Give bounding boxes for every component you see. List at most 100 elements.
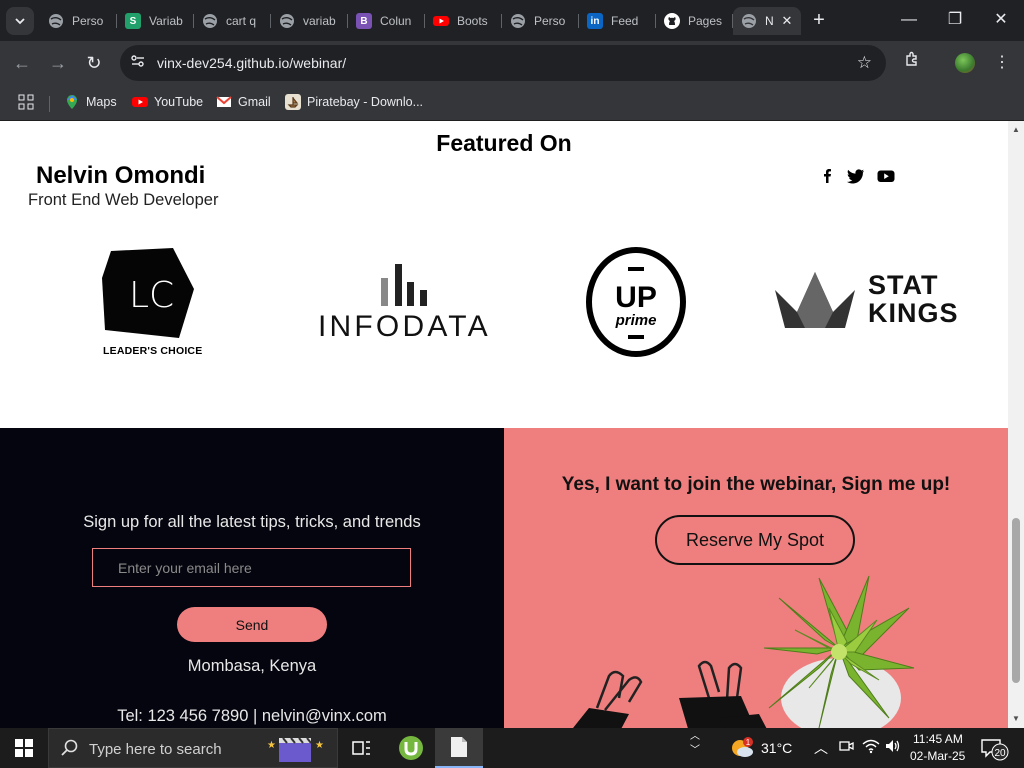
- minimize-button[interactable]: —: [886, 6, 932, 34]
- task-view-button[interactable]: [337, 728, 385, 768]
- tab-3[interactable]: cart q: [194, 7, 271, 35]
- svg-text:★: ★: [315, 740, 324, 751]
- author-role: Front End Web Developer: [28, 191, 219, 209]
- search-placeholder: Type here to search: [89, 741, 222, 758]
- maps-icon: [64, 94, 80, 110]
- tab-5[interactable]: B Colun: [348, 7, 425, 35]
- tab-7[interactable]: Perso: [502, 7, 579, 35]
- search-icon: [61, 739, 79, 762]
- forward-button[interactable]: →: [44, 49, 72, 77]
- back-button[interactable]: ←: [8, 49, 36, 77]
- up-prime-logo: UP prime: [586, 247, 686, 357]
- restore-button[interactable]: ❐: [932, 6, 978, 34]
- tab-title: Perso: [534, 14, 566, 28]
- clock-time[interactable]: 11:45 AM: [913, 732, 963, 746]
- notification-count: 20: [994, 748, 1006, 759]
- profile-avatar[interactable]: [955, 53, 975, 73]
- prime-text: prime: [615, 312, 657, 329]
- tab-title: Colun: [380, 14, 412, 28]
- volume-icon[interactable]: [883, 738, 903, 759]
- document-icon: [451, 737, 467, 757]
- chevron-down-icon: [15, 18, 25, 25]
- bootstrap-icon: B: [356, 13, 372, 29]
- bookmark-gmail[interactable]: Gmail: [216, 92, 271, 112]
- tab-title: Pages: [688, 14, 723, 28]
- tab-title: N: [765, 14, 774, 28]
- site-settings-icon[interactable]: [128, 53, 148, 73]
- page-scrollbar[interactable]: ▲ ▼: [1008, 121, 1024, 728]
- bookmark-piratebay[interactable]: Piratebay - Downlo...: [285, 92, 423, 112]
- reload-button[interactable]: ↻: [80, 49, 108, 77]
- email-input[interactable]: [92, 548, 411, 587]
- bookmark-label: Gmail: [238, 95, 271, 109]
- start-button[interactable]: [0, 728, 48, 768]
- tab-6[interactable]: Boots: [425, 7, 502, 35]
- globe-icon: [279, 13, 295, 29]
- search-highlight-icon: ★ ★: [267, 737, 324, 762]
- close-window-button[interactable]: ✕: [978, 6, 1024, 34]
- tab-title: Perso: [72, 14, 104, 28]
- task-view-icon: [352, 741, 370, 755]
- apps-grid-icon[interactable]: [18, 92, 34, 112]
- tab-9[interactable]: Pages: [656, 7, 733, 35]
- weather-icon[interactable]: 1: [730, 736, 754, 765]
- weather-temperature: 31°C: [761, 740, 793, 756]
- extensions-icon[interactable]: [898, 49, 926, 77]
- notifications-button[interactable]: 20: [980, 737, 1010, 766]
- youtube-icon: [132, 94, 148, 110]
- tab-4[interactable]: variab: [271, 7, 348, 35]
- tab-search-button[interactable]: [6, 7, 34, 35]
- lc-mark: LC: [129, 275, 174, 316]
- bookmark-label: Maps: [86, 95, 117, 109]
- bookmark-maps[interactable]: Maps: [64, 92, 117, 112]
- scroll-up-arrow[interactable]: ▲: [1011, 125, 1021, 135]
- page-viewport: Featured On Nelvin Omondi Front End Web …: [0, 121, 1008, 728]
- author-name: Nelvin Omondi: [36, 162, 206, 189]
- stat-kings-crown-logo: [775, 272, 855, 328]
- windows-icon: [15, 739, 33, 757]
- webinar-signup-section: Yes, I want to join the webinar, Sign me…: [504, 428, 1008, 728]
- clock-date[interactable]: 02-Mar-25: [910, 749, 965, 763]
- utorrent-icon: [399, 736, 423, 760]
- menu-kebab-icon[interactable]: ⋮: [988, 49, 1016, 77]
- twitter-icon[interactable]: [846, 166, 866, 186]
- meet-now-icon[interactable]: [836, 738, 856, 759]
- youtube-icon[interactable]: [876, 166, 896, 186]
- tab-active[interactable]: N ✕: [733, 7, 801, 35]
- leaders-choice-text: LEADER'S CHOICE: [103, 345, 203, 357]
- cta-heading: Yes, I want to join the webinar, Sign me…: [561, 474, 951, 495]
- send-button[interactable]: Send: [177, 607, 327, 642]
- close-tab-icon[interactable]: ✕: [779, 13, 795, 29]
- url-text: vinx-dev254.github.io/webinar/: [157, 55, 347, 71]
- tab-title: variab: [303, 14, 336, 28]
- s-icon: S: [125, 13, 141, 29]
- wifi-icon[interactable]: [861, 738, 881, 759]
- contact-text: Tel: 123 456 7890 | nelvin@vinx.com: [117, 707, 387, 725]
- bookmark-star-icon[interactable]: ☆: [857, 53, 872, 73]
- piratebay-icon: [285, 94, 301, 110]
- reserve-spot-button[interactable]: Reserve My Spot: [655, 515, 855, 565]
- address-bar[interactable]: vinx-dev254.github.io/webinar/ ☆: [120, 45, 886, 81]
- linkedin-icon: in: [587, 13, 603, 29]
- tab-2[interactable]: S Variab: [117, 7, 194, 35]
- scroll-down-arrow[interactable]: ▼: [1011, 714, 1021, 724]
- facebook-icon[interactable]: [817, 166, 837, 186]
- globe-icon: [510, 13, 526, 29]
- binder-clips-image: [573, 660, 767, 728]
- svg-text:★: ★: [267, 740, 276, 751]
- taskbar-search[interactable]: Type here to search ★ ★: [48, 728, 338, 768]
- bookmark-youtube[interactable]: YouTube: [132, 92, 203, 112]
- chevron-up-icon[interactable]: ︿: [812, 738, 830, 758]
- utorrent-taskbar-app[interactable]: [387, 728, 435, 768]
- tray-overflow-icon[interactable]: ︿ ﹀: [690, 730, 700, 758]
- tab-title: Feed: [611, 14, 639, 28]
- tab-8[interactable]: in Feed: [579, 7, 656, 35]
- scrollbar-thumb[interactable]: [1012, 518, 1020, 683]
- tab-title: cart q: [226, 14, 257, 28]
- file-taskbar-app[interactable]: [435, 728, 483, 768]
- tab-1[interactable]: Perso: [40, 7, 117, 35]
- github-icon: [664, 13, 680, 29]
- bookmark-label: Piratebay - Downlo...: [307, 95, 424, 109]
- new-tab-button[interactable]: +: [808, 9, 830, 31]
- tab-list: Perso S Variab cart q variab B Colun Boo…: [40, 7, 801, 35]
